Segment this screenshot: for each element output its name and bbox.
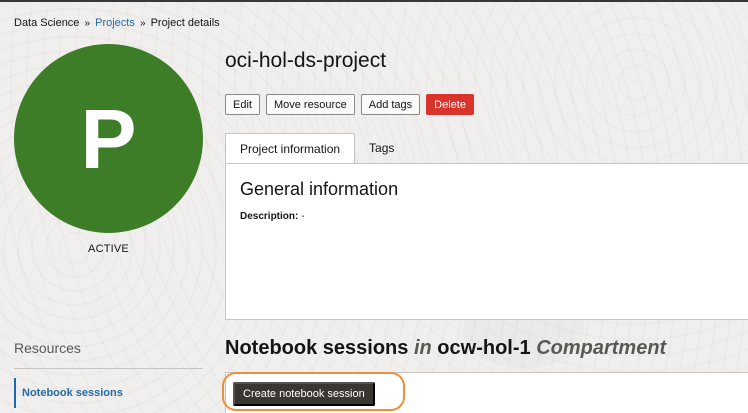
tab-project-information[interactable]: Project information	[225, 133, 356, 164]
breadcrumb: Data Science » Projects » Project detail…	[14, 17, 220, 29]
general-information-heading: General information	[240, 179, 399, 199]
breadcrumb-separator: »	[84, 18, 91, 29]
notebook-sessions-title-in: in	[413, 337, 432, 359]
breadcrumb-current: Project details	[150, 17, 220, 29]
breadcrumb-data-science[interactable]: Data Science	[14, 17, 79, 29]
top-border	[0, 0, 748, 2]
status-label: ACTIVE	[88, 243, 129, 255]
avatar-letter: P	[80, 91, 137, 186]
move-resource-button[interactable]: Move resource	[265, 94, 355, 115]
description-row: Description: -	[240, 211, 304, 222]
page-title: oci-hol-ds-project	[225, 49, 387, 72]
compartment-word: Compartment	[536, 337, 667, 359]
notebook-sessions-title: Notebook sessions in ocw-hol-1 Compartme…	[225, 337, 666, 360]
add-tags-button[interactable]: Add tags	[360, 94, 421, 115]
general-information-panel: General information Description: -	[225, 163, 748, 320]
description-label: Description:	[240, 211, 299, 222]
tab-tags[interactable]: Tags	[355, 133, 408, 163]
breadcrumb-separator: »	[139, 18, 146, 29]
delete-button[interactable]: Delete	[426, 94, 474, 115]
breadcrumb-projects-link[interactable]: Projects	[95, 17, 135, 29]
edit-button[interactable]: Edit	[225, 94, 260, 115]
notebook-sessions-title-prefix: Notebook sessions	[225, 337, 409, 359]
tab-bar: Project information Tags	[225, 133, 408, 164]
action-bar: Edit Move resource Add tags Delete	[225, 94, 474, 115]
sidebar-item-notebook-sessions[interactable]: Notebook sessions	[14, 378, 123, 408]
redacted-area	[240, 228, 458, 288]
resources-heading: Resources	[14, 340, 81, 356]
compartment-name: ocw-hol-1	[437, 337, 531, 359]
create-notebook-session-button[interactable]: Create notebook session	[233, 382, 375, 406]
project-avatar: P	[14, 44, 203, 233]
resources-divider	[14, 368, 203, 369]
description-value: -	[301, 211, 305, 222]
